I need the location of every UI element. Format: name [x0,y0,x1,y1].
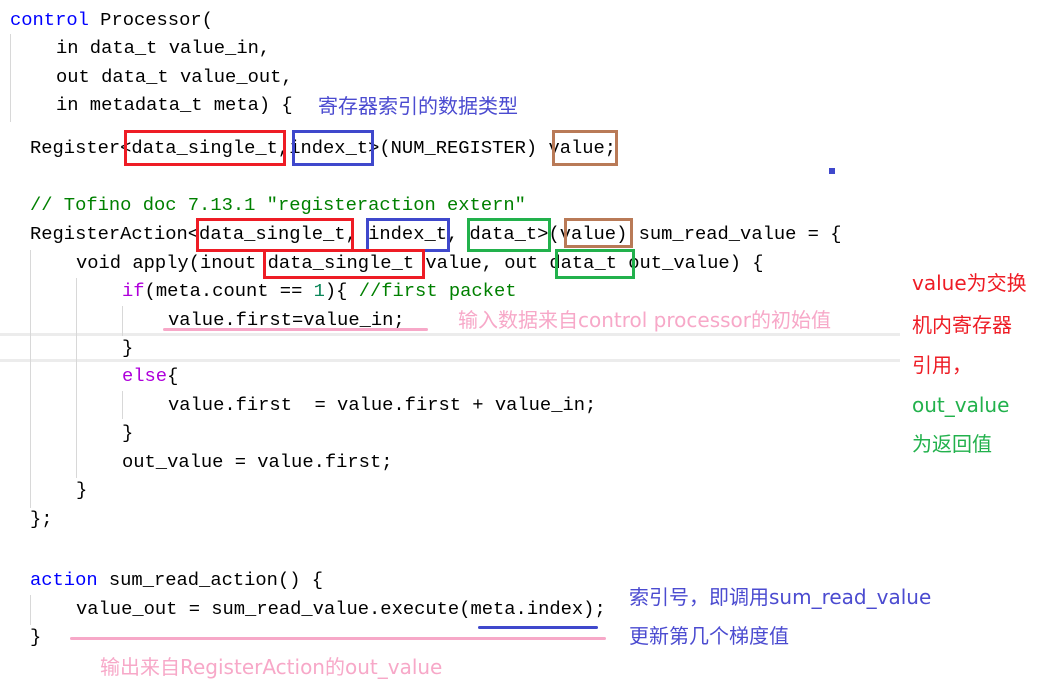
code-line: out_value = value.first; [122,450,393,474]
indent-guide [30,250,31,508]
out-value-note: out_value [912,393,1010,417]
code-line: } [122,336,133,360]
code-token: in metadata_t meta) { [56,94,293,116]
data-single-t-box [124,130,286,166]
indent-guide [76,278,77,478]
code-line: out data_t value_out, [56,65,293,89]
index-t-box [366,218,450,252]
code-token: }; [30,508,53,530]
code-line: action sum_read_action() { [30,568,323,592]
code-token: action [30,569,98,591]
code-token: } [76,479,88,501]
code-line: control Processor( [10,8,213,32]
value-note: value为交换 [912,271,1027,295]
data-single-t-box [196,218,354,252]
register-index-type-note: 寄存器索引的数据类型 [318,94,518,118]
code-token: out_value = value.first; [122,451,393,473]
data-t-box [555,249,635,279]
code-line: // Tofino doc 7.13.1 "registeraction ext… [30,193,526,217]
indent-guide [30,595,31,625]
code-token: { [167,365,179,387]
code-token: } [30,626,42,648]
data-t-box [467,218,551,252]
value-note: 机内寄存器 [912,313,1012,337]
code-token: value.first = value.first + value_in; [168,394,597,416]
blue-underline [478,626,598,629]
code-token: } [122,337,134,359]
code-token: in data_t value_in, [56,37,271,59]
out-value-note: 为返回值 [912,432,992,456]
code-line: }; [30,507,53,531]
code-line: } [76,478,87,502]
pink-underline [163,328,428,331]
value-box [564,218,633,248]
code-token: //first packet [358,280,517,302]
indent-guide [122,306,123,336]
code-line: in metadata_t meta) { [56,93,293,117]
index-t-box [292,130,374,166]
code-line: } [122,421,133,445]
code-token: Processor( [88,9,213,31]
annotated-code-screenshot: control Processor( in data_t value_in,out… [0,0,1040,689]
code-token: (meta.count == [144,280,314,302]
code-token: sum_read_action() { [97,569,324,591]
code-line: value.first = value.first + value_in; [168,393,596,417]
index-note: 更新第几个梯度值 [629,624,789,648]
code-token: value_out = sum_read_value.execute(meta.… [76,598,606,620]
input-source-note: 输入数据来自control processor的初始值 [458,308,831,332]
editor-line-highlight [0,333,900,336]
code-token: out data_t value_out, [56,66,293,88]
code-token: control [10,9,89,31]
value-note: 引用， [912,353,972,377]
pink-underline [70,637,606,640]
code-line: value_out = sum_read_value.execute(meta.… [76,597,606,621]
code-line: if(meta.count == 1){ //first packet [122,279,517,303]
indent-guide [122,391,123,419]
code-token: } [122,422,134,444]
code-line: in data_t value_in, [56,36,270,60]
blue-marker [829,168,835,174]
code-token: ){ [324,280,359,302]
indent-guide [10,34,11,122]
code-token: if [122,280,145,302]
code-line: } [30,625,41,649]
code-token: else [122,365,168,387]
code-line: else{ [122,364,178,388]
index-note: 索引号，即调用sum_read_value [629,585,932,609]
code-token: // Tofino doc 7.13.1 "registeraction ext… [30,194,526,216]
data-single-t-box [263,249,425,279]
value-box [552,130,618,166]
output-source-note: 输出来自RegisterAction的out_value [100,655,443,679]
code-token: 1 [313,280,325,302]
editor-line-highlight [0,359,900,362]
